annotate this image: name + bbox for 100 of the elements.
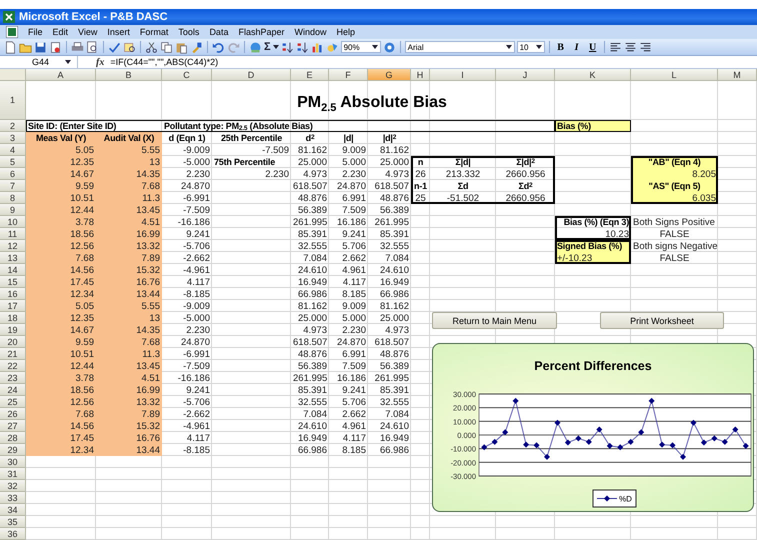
font-field[interactable]: Arial (404, 41, 515, 53)
function-label[interactable]: fx (96, 56, 104, 68)
row-header[interactable]: 35 (0, 516, 26, 528)
menu-item[interactable]: Format (140, 27, 168, 37)
column-header[interactable]: D (212, 69, 291, 81)
table-cell-text: -4.961 (182, 264, 211, 276)
paste-icon[interactable] (175, 40, 188, 54)
caret-icon[interactable] (372, 45, 378, 49)
row-header[interactable]: 26 (0, 408, 26, 420)
chart-icon[interactable] (310, 40, 324, 54)
row-header[interactable]: 13 (0, 252, 26, 264)
menu-item[interactable]: Edit (52, 27, 68, 37)
row-header[interactable]: 19 (0, 324, 26, 336)
row-header[interactable]: 10 (0, 216, 26, 228)
row-header[interactable]: 12 (0, 240, 26, 252)
row-header[interactable]: 32 (0, 480, 26, 492)
sort-ascending-icon[interactable] (280, 40, 294, 54)
format-button[interactable]: B (554, 42, 568, 52)
row-header[interactable]: 33 (0, 492, 26, 504)
align-center-icon[interactable] (624, 40, 637, 54)
undo-icon[interactable] (212, 40, 225, 54)
row-header[interactable]: 27 (0, 420, 26, 432)
spelling-icon[interactable] (108, 40, 121, 54)
menu-item[interactable]: FlashPaper (238, 27, 284, 37)
row-header[interactable]: 24 (0, 384, 26, 396)
format-button[interactable]: U (586, 42, 600, 52)
column-header[interactable]: A (26, 69, 96, 81)
row-header[interactable]: 4 (0, 144, 26, 156)
column-header[interactable]: M (718, 69, 757, 81)
sort-descending-icon[interactable] (296, 40, 309, 54)
row-header[interactable]: 30 (0, 456, 26, 468)
row-header[interactable]: 6 (0, 168, 26, 180)
row-header[interactable]: 22 (0, 360, 26, 372)
row-header[interactable]: 16 (0, 288, 26, 300)
document-icon[interactable] (6, 26, 18, 38)
table-cell-text: 66.986 (296, 288, 328, 300)
row-header[interactable]: 8 (0, 192, 26, 204)
row-header[interactable]: 25 (0, 396, 26, 408)
row-header[interactable]: 34 (0, 504, 26, 516)
return-button[interactable]: Return to Main Menu (432, 312, 557, 329)
caret-icon[interactable] (65, 60, 71, 64)
align-left-icon[interactable] (608, 40, 622, 54)
menu-item[interactable]: View (78, 27, 98, 37)
help-icon[interactable] (382, 40, 396, 54)
column-header[interactable]: E (291, 69, 329, 81)
print-icon[interactable] (71, 40, 84, 54)
font-size-field[interactable]: 10 (516, 41, 545, 53)
row-header[interactable]: 2 (0, 120, 26, 132)
column-header[interactable]: H (411, 69, 430, 81)
row-header[interactable]: 31 (0, 468, 26, 480)
menu-item[interactable]: Tools (178, 27, 200, 37)
row-header[interactable]: 23 (0, 372, 26, 384)
row-header[interactable]: 15 (0, 276, 26, 288)
column-header[interactable]: C (162, 69, 212, 81)
row-header[interactable]: 14 (0, 264, 26, 276)
column-header[interactable]: F (329, 69, 368, 81)
row-header[interactable]: 20 (0, 336, 26, 348)
column-header[interactable]: I (430, 69, 496, 81)
row-header[interactable]: 7 (0, 180, 26, 192)
menu-item[interactable]: Insert (107, 27, 130, 37)
menu-item[interactable]: Help (336, 27, 356, 37)
row-header[interactable]: 21 (0, 348, 26, 360)
row-header[interactable]: 3 (0, 132, 26, 144)
table-cell: "AS" (Eqn 5) (631, 180, 718, 192)
align-right-icon[interactable] (638, 40, 652, 54)
menu-item[interactable]: File (28, 27, 43, 37)
column-header[interactable]: J (496, 69, 555, 81)
copy-icon[interactable] (160, 40, 173, 54)
row-header[interactable]: 5 (0, 156, 26, 168)
row-header[interactable]: 28 (0, 432, 26, 444)
print-button[interactable]: Print Worksheet (600, 312, 724, 329)
table-cell-text: 32.555 (378, 240, 410, 252)
table-cell: n-1 (411, 180, 430, 192)
save-icon[interactable] (34, 40, 47, 54)
row-header[interactable]: 17 (0, 300, 26, 312)
column-header[interactable]: G (368, 69, 411, 81)
row-header[interactable]: 18 (0, 312, 26, 324)
format-painter-icon[interactable] (190, 40, 203, 54)
row-header[interactable]: 11 (0, 228, 26, 240)
print-preview-icon[interactable] (86, 40, 99, 54)
table-cell: 7.68 (26, 252, 96, 264)
caret-icon[interactable] (272, 45, 279, 49)
row-header[interactable]: 9 (0, 204, 26, 216)
caret-icon[interactable] (506, 45, 512, 49)
formula-field[interactable]: =IF(C44="","",ABS(C44)*2) (110, 57, 218, 67)
table-cell: 16.99 (96, 228, 162, 240)
row-header[interactable]: 1 (0, 81, 26, 120)
menu-item[interactable]: Window (294, 27, 326, 37)
column-header[interactable]: B (96, 69, 162, 81)
menu-item[interactable]: Data (209, 27, 228, 37)
caret-icon[interactable] (536, 45, 542, 49)
format-button[interactable]: I (570, 42, 584, 52)
autosum-button[interactable]: Σ (264, 41, 271, 53)
cut-icon[interactable] (145, 40, 158, 54)
name-box[interactable]: G44 (0, 56, 78, 68)
column-header[interactable]: L (631, 69, 718, 81)
row-header[interactable]: 29 (0, 444, 26, 456)
column-header[interactable]: K (555, 69, 631, 81)
zoom-field[interactable]: 90% (340, 41, 381, 53)
row-header[interactable]: 36 (0, 528, 26, 540)
